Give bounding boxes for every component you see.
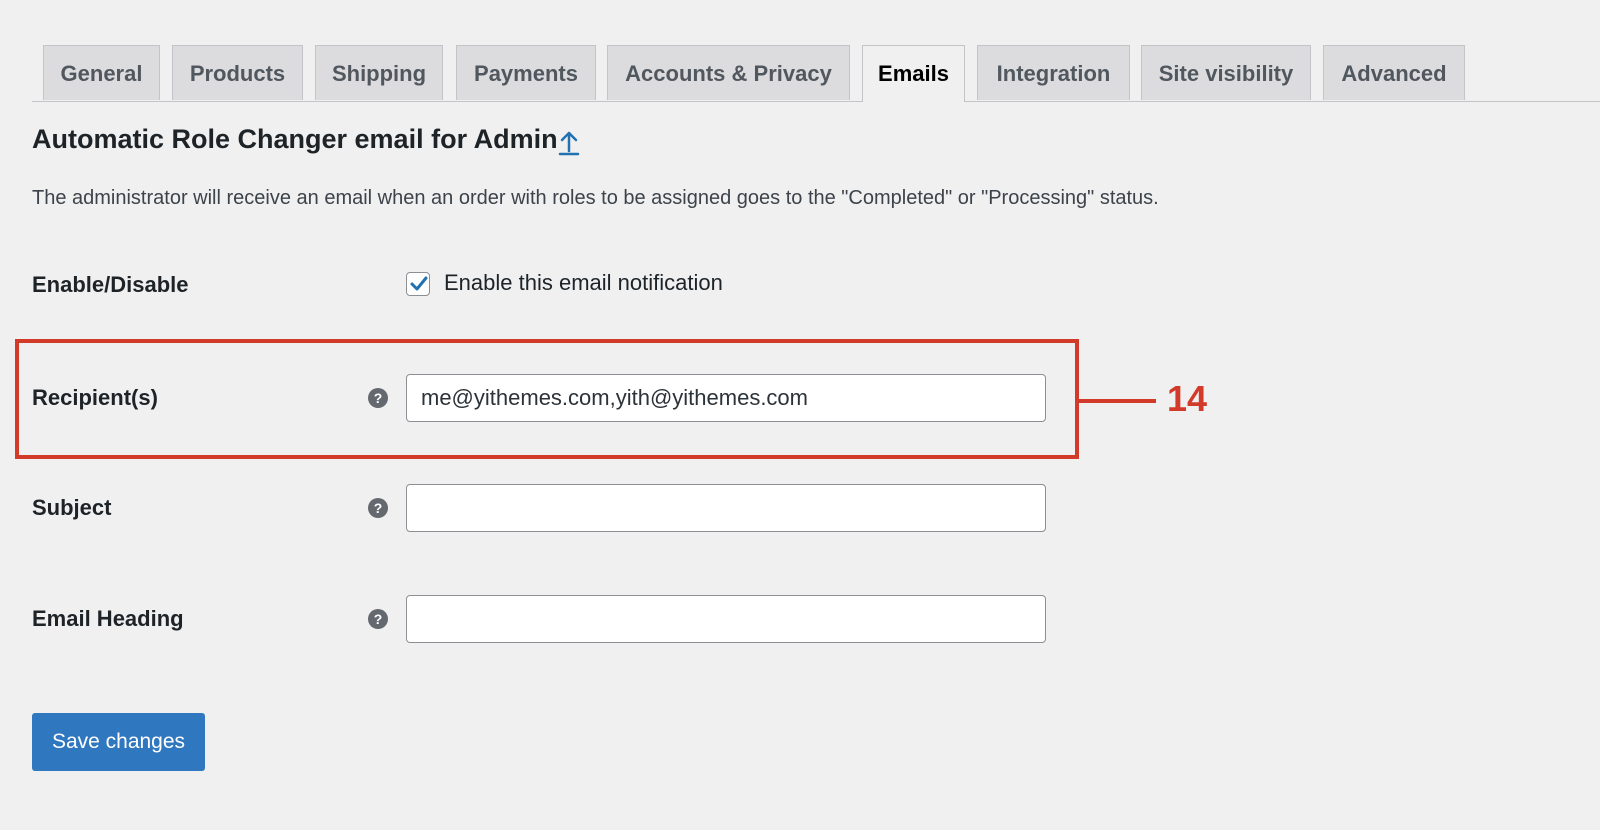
tab-general[interactable]: General <box>43 45 160 100</box>
subject-label: Subject <box>32 495 112 520</box>
enable-disable-label: Enable/Disable <box>32 272 189 297</box>
tab-products[interactable]: Products <box>172 45 303 100</box>
page-description: The administrator will receive an email … <box>32 187 1159 209</box>
recipients-input[interactable] <box>406 374 1046 422</box>
settings-tabs: General Products Shipping Payments Accou… <box>32 45 1600 102</box>
enable-notification-label[interactable]: Enable this email notification <box>444 270 723 296</box>
tab-advanced[interactable]: Advanced <box>1323 45 1465 100</box>
checkmark-icon <box>410 276 428 291</box>
tab-payments[interactable]: Payments <box>456 45 596 100</box>
recipients-label: Recipient(s) <box>32 385 158 410</box>
save-changes-button[interactable]: Save changes <box>32 713 205 771</box>
tab-emails[interactable]: Emails <box>862 45 965 102</box>
tab-integration[interactable]: Integration <box>977 45 1130 100</box>
tab-site-visibility[interactable]: Site visibility <box>1141 45 1311 100</box>
annotation-callout-line <box>1079 399 1156 403</box>
subject-help-icon[interactable]: ? <box>368 498 388 518</box>
annotation-number: 14 <box>1167 378 1208 419</box>
enable-notification-checkbox[interactable] <box>406 272 430 296</box>
email-heading-help-icon[interactable]: ? <box>368 609 388 629</box>
recipients-help-icon[interactable]: ? <box>368 388 388 408</box>
tab-accounts-privacy[interactable]: Accounts & Privacy <box>607 45 850 100</box>
email-heading-label: Email Heading <box>32 606 184 631</box>
page-title: Automatic Role Changer email for Admin <box>32 124 558 154</box>
email-heading-input[interactable] <box>406 595 1046 643</box>
up-arrow-icon[interactable] <box>558 130 580 156</box>
tab-shipping[interactable]: Shipping <box>315 45 443 100</box>
subject-input[interactable] <box>406 484 1046 532</box>
